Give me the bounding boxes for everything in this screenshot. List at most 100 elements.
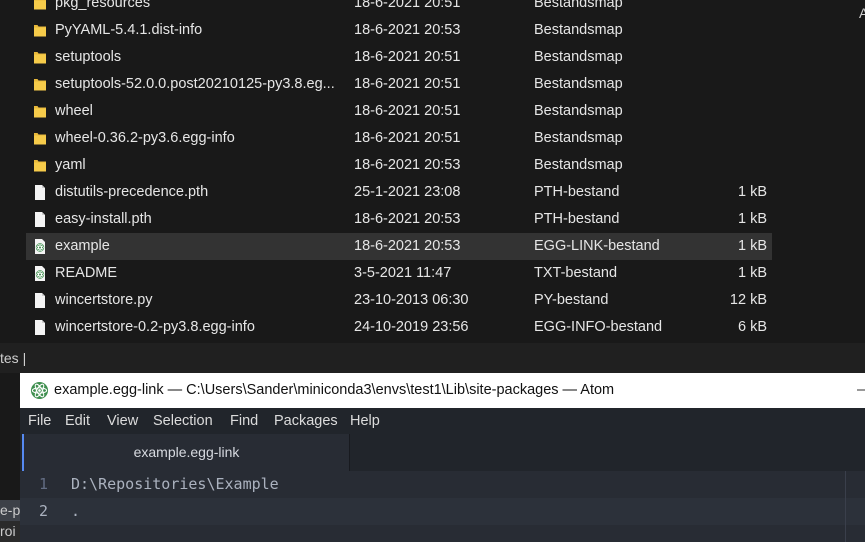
file-name: pkg_resources xyxy=(55,0,151,11)
file-type: Bestandsmap xyxy=(534,103,623,119)
folder-icon xyxy=(34,25,46,37)
file-icon xyxy=(35,293,45,308)
file-date: 18-6-2021 20:53 xyxy=(354,157,461,173)
atom-window: example.egg-link — C:\Users\Sander\minic… xyxy=(20,373,865,542)
file-row[interactable]: pkg_resources 18-6-2021 20:51 Bestandsmap xyxy=(26,0,772,17)
editor-line[interactable]: 1 D:\Repositories\Example xyxy=(20,471,865,498)
file-name: yaml xyxy=(55,157,86,173)
file-size: 1 kB xyxy=(737,211,767,227)
file-explorer-list: pkg_resources 18-6-2021 20:51 Bestandsmap P… xyxy=(0,0,865,343)
file-row[interactable]: wincertstore.py 23-10-2013 06:30 PY-bestan… xyxy=(26,287,772,314)
menu-selection[interactable]: Selection xyxy=(153,408,213,434)
file-type: Bestandsmap xyxy=(534,22,623,38)
background-window-peek: e-p roi xyxy=(0,500,20,542)
file-name: easy-install.pth xyxy=(55,211,152,227)
editor-wrap-guide xyxy=(845,471,846,542)
strip-text: tes | xyxy=(0,350,27,366)
tab-bar-empty xyxy=(349,434,865,471)
file-size: 1 kB xyxy=(737,265,767,281)
file-size: 1 kB xyxy=(737,184,767,200)
file-date: 3-5-2021 11:47 xyxy=(354,265,452,281)
file-icon xyxy=(35,320,45,335)
atom-logo-icon xyxy=(30,381,49,400)
file-name: setuptools-52.0.0.post20210125-py3.8.eg.… xyxy=(55,76,335,92)
file-row[interactable]: README 3-5-2021 11:47 TXT-bestand 1 kB xyxy=(26,260,772,287)
menu-file[interactable]: File xyxy=(28,408,51,434)
file-date: 18-6-2021 20:51 xyxy=(354,103,461,119)
file-name: distutils-precedence.pth xyxy=(55,184,209,200)
file-type: EGG-LINK-bestand xyxy=(534,238,660,254)
folder-icon xyxy=(34,133,46,145)
file-type: TXT-bestand xyxy=(534,265,618,281)
file-date: 18-6-2021 20:51 xyxy=(354,0,461,11)
menu-find[interactable]: Find xyxy=(230,408,258,434)
peek-line: e-p xyxy=(0,500,20,521)
explorer-status-strip: tes | xyxy=(0,343,865,373)
file-size: 6 kB xyxy=(737,319,767,335)
editor-line-current[interactable]: 2 . xyxy=(20,498,865,525)
file-type: EGG-INFO-bestand xyxy=(534,319,663,335)
file-date: 25-1-2021 23:08 xyxy=(354,184,461,200)
window-title: example.egg-link — C:\Users\Sander\minic… xyxy=(54,382,615,398)
file-name: PyYAML-5.4.1.dist-info xyxy=(55,22,203,38)
file-row[interactable]: distutils-precedence.pth 25-1-2021 23:08 P… xyxy=(26,179,772,206)
menu-view[interactable]: View xyxy=(107,408,138,434)
file-type: PTH-bestand xyxy=(534,211,620,227)
menu-packages[interactable]: Packages xyxy=(274,408,338,434)
file-icon xyxy=(35,185,45,200)
file-row[interactable]: setuptools-52.0.0.post20210125-py3.8.eg.… xyxy=(26,71,772,98)
line-number: 1 xyxy=(38,475,48,493)
file-size: 12 kB xyxy=(729,292,767,308)
file-name: README xyxy=(55,265,118,281)
text-editor[interactable]: 1 D:\Repositories\Example 2 . xyxy=(20,471,865,542)
tab-bar: example.egg-link xyxy=(20,434,865,471)
file-date: 18-6-2021 20:51 xyxy=(354,49,461,65)
file-date: 18-6-2021 20:53 xyxy=(354,238,461,254)
window-control-icon[interactable]: – xyxy=(857,373,865,408)
file-date: 18-6-2021 20:53 xyxy=(354,22,461,38)
file-name: example xyxy=(55,238,110,254)
file-type: Bestandsmap xyxy=(534,130,623,146)
file-date: 23-10-2013 06:30 xyxy=(354,292,469,308)
file-date: 18-6-2021 20:51 xyxy=(354,76,461,92)
file-row[interactable]: setuptools 18-6-2021 20:51 Bestandsmap xyxy=(26,44,772,71)
folder-icon xyxy=(34,79,46,91)
atom-file-icon xyxy=(35,239,45,254)
file-name: wheel xyxy=(55,103,93,119)
file-row[interactable]: PyYAML-5.4.1.dist-info 18-6-2021 20:53 Bes… xyxy=(26,17,772,44)
right-edge-text: A xyxy=(859,5,865,21)
file-row[interactable]: easy-install.pth 18-6-2021 20:53 PTH-besta… xyxy=(26,206,772,233)
folder-icon xyxy=(34,52,46,64)
file-row[interactable]: wincertstore-0.2-py3.8.egg-info 24-10-201… xyxy=(26,314,772,341)
file-name: wincertstore.py xyxy=(55,292,153,308)
file-size: 1 kB xyxy=(737,238,767,254)
menu-bar: File Edit View Selection Find Packages H… xyxy=(20,408,865,434)
menu-help[interactable]: Help xyxy=(350,408,380,434)
line-text[interactable]: . xyxy=(71,498,80,525)
file-date: 18-6-2021 20:53 xyxy=(354,211,461,227)
file-type: Bestandsmap xyxy=(534,0,623,11)
file-row[interactable]: wheel-0.36.2-py3.6.egg-info 18-6-2021 20:… xyxy=(26,125,772,152)
file-type: PTH-bestand xyxy=(534,184,620,200)
file-name: wincertstore-0.2-py3.8.egg-info xyxy=(55,319,255,335)
peek-line: roi xyxy=(0,523,16,539)
file-type: Bestandsmap xyxy=(534,76,623,92)
atom-file-icon xyxy=(35,266,45,281)
file-type: PY-bestand xyxy=(534,292,609,308)
menu-edit[interactable]: Edit xyxy=(65,408,90,434)
file-row[interactable]: example 18-6-2021 20:53 EGG-LINK-bestand 1 … xyxy=(26,233,772,260)
file-date: 24-10-2019 23:56 xyxy=(354,319,469,335)
atom-title-bar[interactable]: example.egg-link — C:\Users\Sander\minic… xyxy=(20,373,865,408)
line-text[interactable]: D:\Repositories\Example xyxy=(71,471,279,498)
file-row[interactable]: yaml 18-6-2021 20:53 Bestandsmap xyxy=(26,152,772,179)
line-number: 2 xyxy=(38,502,48,520)
file-icon xyxy=(35,212,45,227)
file-row[interactable]: wheel 18-6-2021 20:51 Bestandsmap xyxy=(26,98,772,125)
folder-icon xyxy=(34,106,46,118)
folder-icon xyxy=(34,160,46,172)
file-type: Bestandsmap xyxy=(534,49,623,65)
file-type: Bestandsmap xyxy=(534,157,623,173)
folder-icon xyxy=(34,0,46,10)
tab-example-egg-link[interactable]: example.egg-link xyxy=(22,434,349,471)
file-name: wheel-0.36.2-py3.6.egg-info xyxy=(55,130,235,146)
